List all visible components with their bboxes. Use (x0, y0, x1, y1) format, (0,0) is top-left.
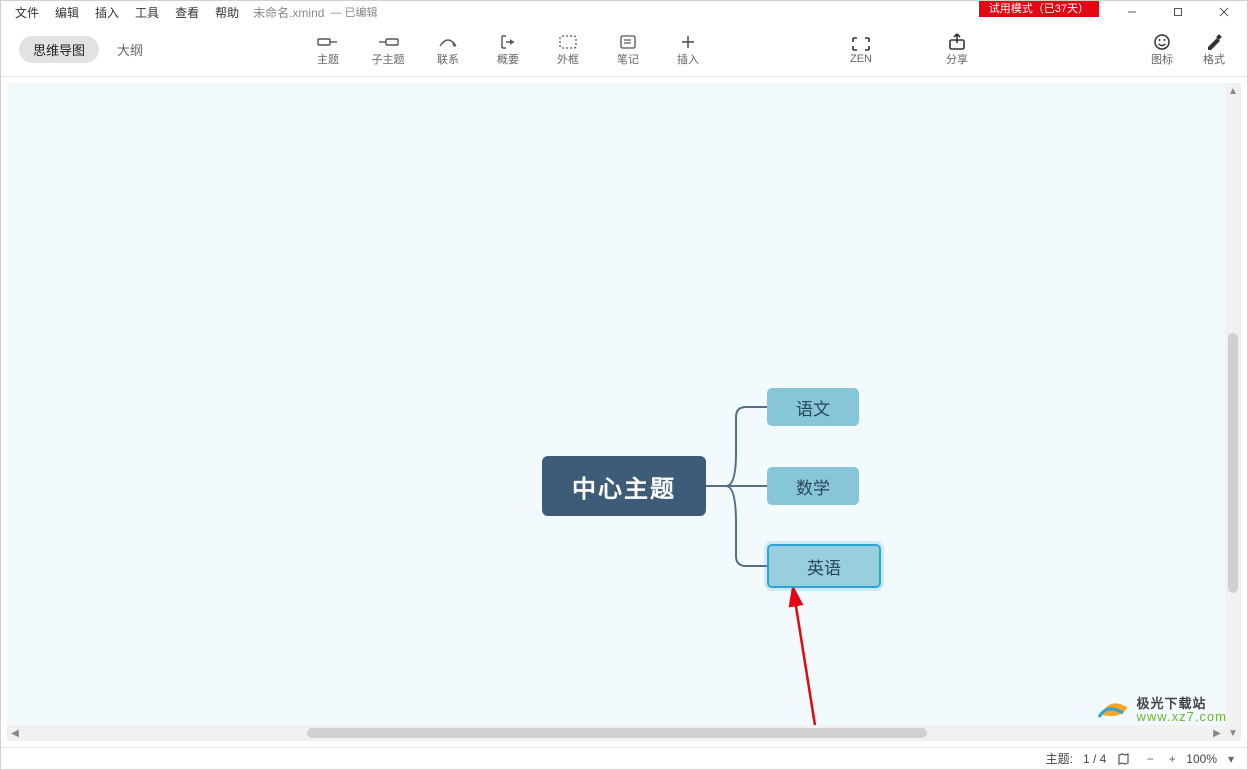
summary-button[interactable]: 概要 (481, 27, 535, 73)
note-button[interactable]: 笔记 (601, 27, 655, 73)
menu-view[interactable]: 查看 (167, 2, 207, 23)
zen-button[interactable]: ZEN (831, 27, 891, 73)
zoom-value[interactable]: 100% (1186, 752, 1217, 766)
share-button[interactable]: 分享 (927, 27, 987, 73)
tab-mindmap[interactable]: 思维导图 (19, 36, 99, 63)
topic-button[interactable]: 主题 (301, 27, 355, 73)
summary-label: 概要 (497, 51, 519, 67)
status-bar: 主题: 1 / 4 − + 100% ▾ (1, 747, 1247, 769)
subtopic-icon (377, 33, 399, 51)
minimize-button[interactable] (1109, 1, 1155, 23)
edited-indicator: — 已编辑 (330, 4, 377, 20)
toolbar: 思维导图 大纲 主题 子主题 联系 (1, 23, 1247, 77)
format-icon (1203, 33, 1225, 51)
maximize-button[interactable] (1155, 1, 1201, 23)
share-label: 分享 (946, 51, 968, 67)
tool-group-right: 图标 格式 (1139, 27, 1237, 73)
boundary-icon (557, 33, 579, 51)
document-title: 未命名.xmind (253, 4, 324, 21)
mindmap-canvas[interactable]: 中心主题 语文 数学 英语 ▲ ▼ ◀ ▶ (7, 83, 1241, 741)
menu-list: 文件 编辑 插入 工具 查看 帮助 (1, 2, 247, 23)
icons-label: 图标 (1151, 51, 1173, 67)
vertical-scrollbar[interactable]: ▲ ▼ (1225, 83, 1241, 741)
scroll-up-icon[interactable]: ▲ (1225, 83, 1241, 99)
menu-help[interactable]: 帮助 (207, 2, 247, 23)
scroll-down-icon[interactable]: ▼ (1225, 725, 1241, 741)
subtopic-button[interactable]: 子主题 (361, 27, 415, 73)
zen-icon (850, 35, 872, 53)
zoom-controls: − + 100% ▾ (1142, 751, 1239, 767)
canvas-wrap: 中心主题 语文 数学 英语 ▲ ▼ ◀ ▶ (1, 77, 1247, 747)
icons-panel-button[interactable]: 图标 (1139, 27, 1185, 73)
smiley-icon (1151, 33, 1173, 51)
menu-tools[interactable]: 工具 (127, 2, 167, 23)
topic-count-label: 主题: (1046, 750, 1073, 767)
menu-bar: 文件 编辑 插入 工具 查看 帮助 未命名.xmind — 已编辑 试用模式（已… (1, 1, 1247, 23)
summary-icon (497, 33, 519, 51)
connectors (706, 383, 776, 583)
topic-label: 主题 (317, 51, 339, 67)
hscroll-thumb[interactable] (307, 728, 927, 738)
topic-icon (317, 33, 339, 51)
tab-outline[interactable]: 大纲 (103, 36, 157, 63)
central-topic[interactable]: 中心主题 (542, 456, 706, 516)
note-label: 笔记 (617, 51, 639, 67)
format-label: 格式 (1203, 51, 1225, 67)
zoom-in-button[interactable]: + (1164, 751, 1180, 767)
tool-group-main: 主题 子主题 联系 概要 (301, 27, 715, 73)
topic-count-value: 1 / 4 (1083, 752, 1106, 766)
scroll-left-icon[interactable]: ◀ (7, 725, 23, 741)
menu-insert[interactable]: 插入 (87, 2, 127, 23)
vscroll-thumb[interactable] (1228, 333, 1238, 593)
format-panel-button[interactable]: 格式 (1191, 27, 1237, 73)
branch-topic-1[interactable]: 语文 (767, 388, 859, 426)
insert-button[interactable]: 插入 (661, 27, 715, 73)
subtopic-label: 子主题 (372, 51, 405, 67)
insert-icon (677, 33, 699, 51)
menu-edit[interactable]: 编辑 (47, 2, 87, 23)
boundary-button[interactable]: 外框 (541, 27, 595, 73)
relationship-icon (437, 33, 459, 51)
menu-file[interactable]: 文件 (7, 2, 47, 23)
trial-mode-badge[interactable]: 试用模式（已37天） (979, 1, 1099, 17)
close-button[interactable] (1201, 1, 1247, 23)
note-icon (617, 33, 639, 51)
annotation-arrow (787, 588, 847, 741)
boundary-label: 外框 (557, 51, 579, 67)
zoom-dropdown-icon[interactable]: ▾ (1223, 751, 1239, 767)
relationship-button[interactable]: 联系 (421, 27, 475, 73)
relationship-label: 联系 (437, 51, 459, 67)
insert-label: 插入 (677, 51, 699, 67)
app-window: 文件 编辑 插入 工具 查看 帮助 未命名.xmind — 已编辑 试用模式（已… (0, 0, 1248, 770)
view-tabs: 思维导图 大纲 (1, 36, 157, 63)
scroll-right-icon[interactable]: ▶ (1209, 725, 1225, 741)
branch-topic-3-selected[interactable]: 英语 (767, 544, 881, 588)
share-icon (946, 33, 968, 51)
outline-map-icon[interactable] (1116, 751, 1132, 767)
tool-group-mid-right: ZEN 分享 (831, 27, 987, 73)
horizontal-scrollbar[interactable]: ◀ ▶ (7, 725, 1225, 741)
zoom-out-button[interactable]: − (1142, 751, 1158, 767)
zen-label: ZEN (850, 53, 872, 65)
window-controls (1109, 1, 1247, 23)
branch-topic-2[interactable]: 数学 (767, 467, 859, 505)
